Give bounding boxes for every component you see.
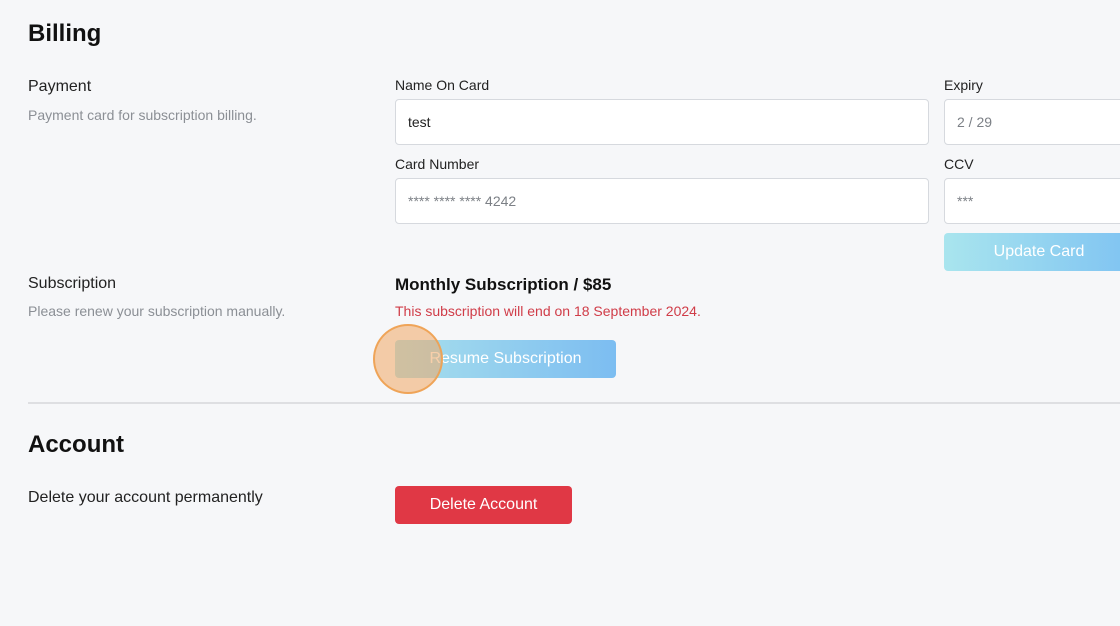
delete-account-button[interactable]: Delete Account [395, 486, 572, 524]
update-card-button[interactable]: Update Card [944, 233, 1120, 271]
subscription-label: Subscription [28, 275, 117, 292]
payment-description: Payment card for subscription billing. [28, 107, 257, 123]
ccv-input[interactable]: *** [944, 178, 1120, 224]
section-divider [28, 402, 1120, 404]
subscription-warning: This subscription will end on 18 Septemb… [395, 303, 701, 319]
delete-account-label: Delete your account permanently [28, 489, 263, 506]
subscription-plan: Monthly Subscription / $85 [395, 275, 612, 294]
payment-label: Payment [28, 78, 92, 95]
card-number-input[interactable]: **** **** **** 4242 [395, 178, 929, 224]
subscription-description: Please renew your subscription manually. [28, 303, 286, 319]
name-on-card-input[interactable]: test [395, 99, 929, 145]
expiry-label: Expiry [944, 77, 983, 93]
billing-title: Billing [28, 20, 102, 47]
account-title: Account [28, 431, 124, 458]
card-number-label: Card Number [395, 156, 480, 172]
resume-subscription-button[interactable]: Resume Subscription [395, 340, 616, 378]
name-on-card-label: Name On Card [395, 77, 490, 93]
ccv-label: CCV [944, 156, 974, 172]
settings-page: Billing Payment Payment card for subscri… [0, 0, 1120, 626]
expiry-input[interactable]: 2 / 29 [944, 99, 1120, 145]
